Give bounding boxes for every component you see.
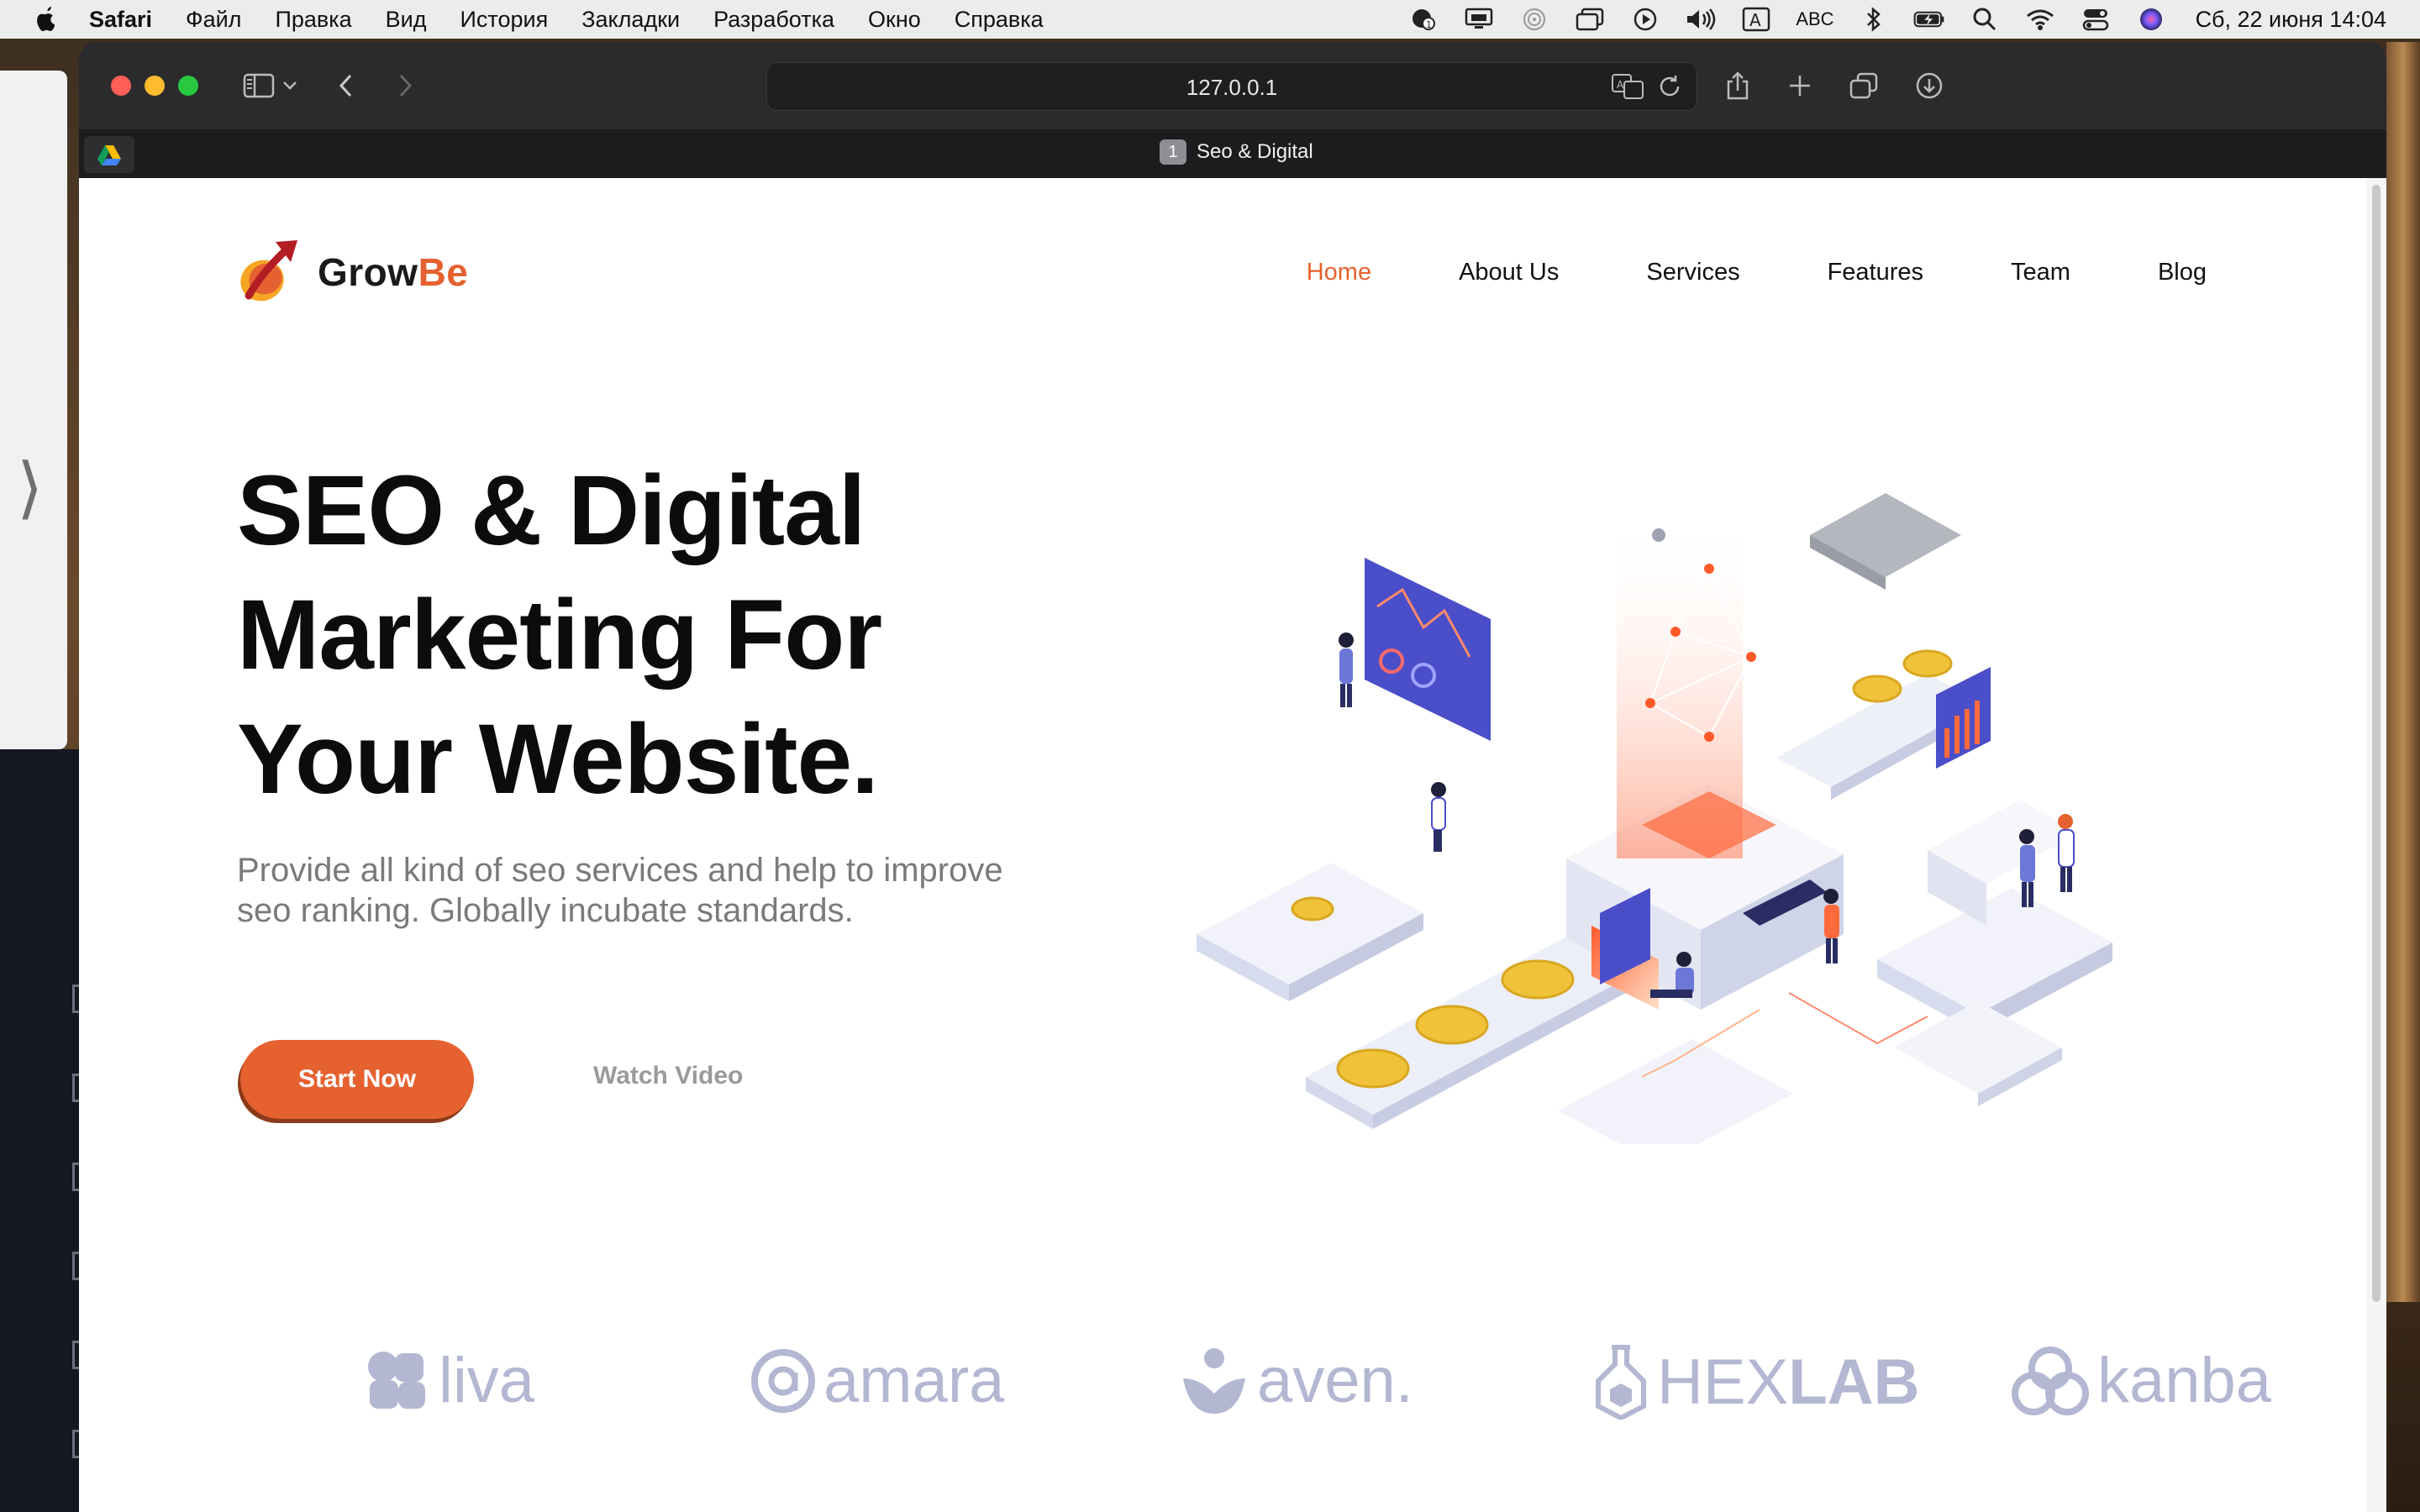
menu-edit[interactable]: Правка xyxy=(275,7,351,33)
svg-text:A: A xyxy=(1617,79,1624,91)
input-source-label[interactable]: ABC xyxy=(1796,8,1833,30)
tab-index-badge: 1 xyxy=(1160,139,1186,165)
growth-arrow-logo-icon xyxy=(240,240,297,302)
wifi-icon[interactable] xyxy=(2024,7,2056,32)
battery-icon[interactable] xyxy=(1913,7,1945,32)
minimize-window-button[interactable] xyxy=(145,76,165,96)
site-logo[interactable]: GrowBe xyxy=(237,239,468,306)
control-center-icon[interactable] xyxy=(2080,7,2112,32)
menu-develop[interactable]: Разработка xyxy=(713,7,834,33)
web-page: GrowBe Home About Us Services Features T… xyxy=(79,178,2366,1512)
downloads-icon[interactable] xyxy=(1911,67,1948,104)
menu-history[interactable]: История xyxy=(460,7,549,33)
page-scrollbar[interactable] xyxy=(2366,178,2386,1512)
partner-logos: liva amara aven. HEX LAB kanba xyxy=(279,1344,2312,1445)
reload-icon[interactable] xyxy=(1655,71,1685,102)
zoom-window-button[interactable] xyxy=(178,76,198,96)
nav-about-us[interactable]: About Us xyxy=(1459,259,1559,286)
nav-features[interactable]: Features xyxy=(1828,259,1923,286)
brand-name: amara xyxy=(823,1345,1005,1416)
url-text[interactable]: 127.0.0.1 xyxy=(767,75,1697,101)
nav-home[interactable]: Home xyxy=(1307,259,1371,286)
chevron-right-icon[interactable]: ⟩ xyxy=(17,449,43,527)
scrollbar-thumb[interactable] xyxy=(2372,185,2381,1302)
brand-name-lab: LAB xyxy=(1788,1346,1920,1418)
menu-window[interactable]: Окно xyxy=(868,7,921,33)
menu-view[interactable]: Вид xyxy=(386,7,427,33)
new-tab-icon[interactable] xyxy=(1781,67,1818,104)
menu-clock[interactable]: Сб, 22 июня 14:04 xyxy=(2196,7,2386,33)
airdrop-icon[interactable] xyxy=(1518,7,1550,32)
tab-bar: 1 Seo & Digital xyxy=(79,129,2386,178)
logo-text: GrowBe xyxy=(318,249,468,295)
tab-active[interactable]: 1 Seo & Digital xyxy=(1160,139,1313,165)
forward-icon[interactable] xyxy=(387,67,424,104)
menu-app-name[interactable]: Safari xyxy=(89,7,152,33)
brand-amara[interactable]: amara xyxy=(750,1344,1004,1417)
svg-text:1: 1 xyxy=(1426,19,1432,30)
liva-logo-icon xyxy=(363,1347,432,1415)
brand-name: kanba xyxy=(2097,1345,2272,1416)
nav-team[interactable]: Team xyxy=(2011,259,2070,286)
menu-bookmarks[interactable]: Закладки xyxy=(581,7,680,33)
share-icon[interactable] xyxy=(1719,67,1756,104)
volume-icon[interactable] xyxy=(1685,7,1717,32)
brand-aven[interactable]: aven. xyxy=(1178,1344,1413,1417)
menu-bar: Safari Файл Правка Вид История Закладки … xyxy=(0,0,2420,39)
safari-window: 127.0.0.1 A 1 Seo & Digital GrowBe Home … xyxy=(79,42,2386,1512)
back-icon[interactable] xyxy=(328,67,365,104)
hero-title-line: Marketing For xyxy=(237,580,882,690)
aven-logo-icon xyxy=(1178,1345,1250,1417)
brand-name: aven. xyxy=(1257,1345,1413,1416)
bluetooth-icon[interactable] xyxy=(1858,7,1890,32)
nav-services[interactable]: Services xyxy=(1646,259,1739,286)
background-window: ⟩ xyxy=(0,71,67,749)
address-bar[interactable]: 127.0.0.1 A xyxy=(766,62,1697,111)
siri-icon[interactable] xyxy=(2135,7,2167,32)
tab-title-text: Seo & Digital xyxy=(1197,140,1313,163)
search-icon[interactable] xyxy=(1969,7,2001,32)
brand-liva[interactable]: liva xyxy=(363,1344,534,1417)
keyboard-layout-icon[interactable]: A xyxy=(1740,7,1772,32)
hero-title-line: Your Website. xyxy=(237,704,879,815)
brand-hexlab[interactable]: HEX LAB xyxy=(1591,1344,1919,1420)
nav-blog[interactable]: Blog xyxy=(2158,259,2207,286)
pinned-tab-drive[interactable] xyxy=(84,136,134,173)
close-window-button[interactable] xyxy=(111,76,131,96)
creative-cloud-icon[interactable]: 1 xyxy=(1407,7,1439,32)
windows-icon[interactable] xyxy=(1574,7,1606,32)
tab-overview-icon[interactable] xyxy=(1845,67,1882,104)
sidebar-icon[interactable] xyxy=(240,67,277,104)
hero-subtitle: Provide all kind of seo services and hel… xyxy=(237,852,1003,929)
main-nav: Home About Us Services Features Team Blo… xyxy=(1219,259,2207,286)
browser-toolbar: 127.0.0.1 A xyxy=(79,42,2386,129)
background-dark-window xyxy=(0,749,81,1512)
brand-name-hex: HEX xyxy=(1657,1346,1789,1418)
amara-logo-icon xyxy=(750,1347,817,1415)
hero-title: SEO & Digital Marketing For Your Website… xyxy=(237,449,1161,822)
menu-help[interactable]: Справка xyxy=(955,7,1044,33)
start-now-button[interactable]: Start Now xyxy=(240,1040,474,1119)
google-drive-icon xyxy=(97,145,121,165)
play-icon[interactable] xyxy=(1629,7,1661,32)
brand-name: liva xyxy=(439,1345,535,1416)
chevron-down-icon[interactable] xyxy=(277,67,302,104)
logo-text-main: Grow xyxy=(318,250,418,294)
seo-isometric-illustration xyxy=(1197,493,2112,1144)
watch-video-link[interactable]: Watch Video xyxy=(593,1062,743,1090)
menu-file[interactable]: Файл xyxy=(186,7,241,33)
brand-kanba[interactable]: kanba xyxy=(2010,1344,2271,1417)
apple-icon[interactable] xyxy=(34,5,59,34)
translate-icon[interactable]: A xyxy=(1611,71,1644,102)
hexlab-logo-icon xyxy=(1591,1344,1650,1420)
kanba-logo-icon xyxy=(2010,1345,2091,1417)
logo-text-accent: Be xyxy=(418,250,469,294)
hero-title-line: SEO & Digital xyxy=(237,455,866,566)
display-icon[interactable] xyxy=(1463,7,1495,32)
svg-text:A: A xyxy=(1749,10,1761,30)
